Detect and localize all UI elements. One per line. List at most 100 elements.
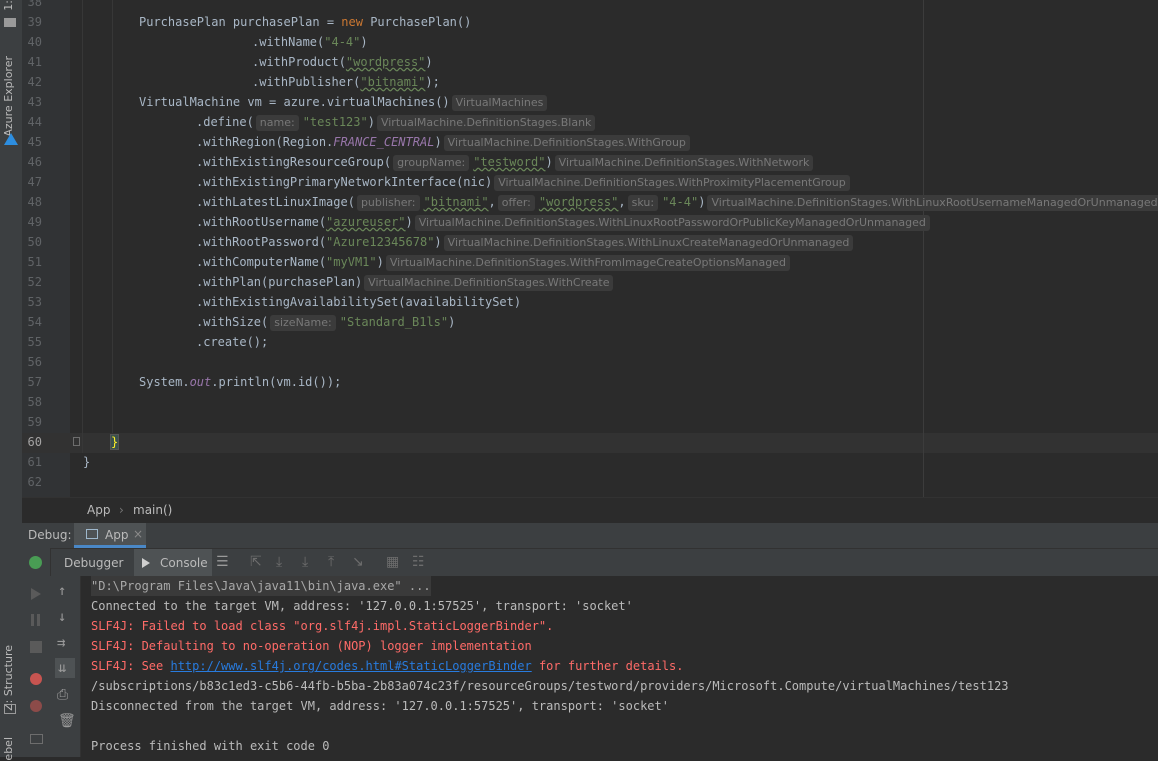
line-number: 56	[27, 355, 42, 369]
resume-icon[interactable]	[31, 588, 41, 600]
line-number: 59	[27, 415, 42, 429]
console-line: SLF4J: Defaulting to no-operation (NOP) …	[91, 639, 532, 653]
app-window-icon	[86, 529, 98, 539]
breadcrumb-class[interactable]: App	[87, 503, 110, 517]
code-line-54[interactable]: .withSize(sizeName: "Standard_B1ls")	[196, 312, 455, 332]
code-line-43[interactable]: VirtualMachine vm = azure.virtualMachine…	[139, 92, 551, 112]
line-number: 52	[27, 275, 42, 289]
type-hint: VirtualMachine.DefinitionStages.Blank	[376, 115, 596, 131]
tab-console-active[interactable]: Console	[134, 549, 212, 576]
left-tool-strip: 1: Azure Explorer Z: Structure ebel	[0, 0, 23, 761]
structure-icon	[4, 704, 16, 714]
type-hint: VirtualMachine.DefinitionStages.WithProx…	[494, 175, 850, 191]
console-side-toolbar: ↑ ↓ ⇉ ⇊ ⎙ 🗑	[50, 576, 81, 757]
step-into-icon[interactable]: ⤓	[302, 554, 308, 570]
type-hint: VirtualMachine.DefinitionStages.WithLinu…	[414, 215, 930, 231]
code-line-50[interactable]: .withRootPassword("Azure12345678") Virtua…	[196, 232, 857, 252]
line-number: 51	[27, 255, 42, 269]
tab-structure[interactable]: Z: Structure	[2, 645, 15, 711]
trash-icon[interactable]: 🗑	[58, 713, 76, 729]
run-to-cursor-icon[interactable]: ↘	[352, 554, 364, 570]
close-icon[interactable]: ×	[133, 527, 143, 541]
code-line-55[interactable]: .create();	[196, 332, 268, 352]
session-tab-label: App	[105, 528, 129, 542]
debug-tool-window-header: Debug: App ×	[22, 522, 1158, 548]
code-line-51[interactable]: .withComputerName("myVM1") VirtualMachine…	[196, 252, 794, 272]
code-line-46[interactable]: .withExistingResourceGroup(groupName: "te…	[196, 152, 817, 172]
console-icon	[142, 558, 150, 568]
console-line: SLF4J: Failed to load class "org.slf4j.i…	[91, 619, 554, 633]
breadcrumb: App › main()	[22, 497, 1158, 522]
step-over-icon[interactable]: ⤓	[276, 554, 282, 570]
console-output[interactable]: "D:\Program Files\Java\java11\bin\java.e…	[81, 576, 1158, 757]
code-line-49[interactable]: .withRootUsername("azureuser") VirtualMac…	[196, 212, 934, 232]
breadcrumb-separator: ›	[119, 503, 124, 517]
camera-icon[interactable]	[30, 734, 43, 744]
step-out-icon[interactable]: ⤒	[328, 554, 334, 570]
pause-icon[interactable]	[31, 614, 34, 626]
line-number: 53	[27, 295, 42, 309]
type-hint: VirtualMachine.DefinitionStages.WithNetw…	[554, 155, 814, 171]
up-arrow-icon[interactable]: ↑	[58, 583, 66, 599]
print-icon[interactable]: ⎙	[57, 687, 68, 703]
line-number: 45	[27, 135, 42, 149]
type-hint: VirtualMachine.DefinitionStages.WithLinu…	[707, 195, 1158, 211]
line-number: 60	[27, 435, 42, 449]
line-number: 58	[27, 395, 42, 409]
line-number: 49	[27, 215, 42, 229]
type-hint: VirtualMachine.DefinitionStages.WithFrom…	[385, 255, 790, 271]
console-line: "D:\Program Files\Java\java11\bin\java.e…	[91, 576, 431, 596]
stop-icon[interactable]	[30, 641, 42, 653]
code-line-45[interactable]: .withRegion(Region.FRANCE_CENTRAL) Virtua…	[196, 132, 694, 152]
line-number: 41	[27, 55, 42, 69]
code-line-40[interactable]: .withName("4-4")	[252, 32, 368, 52]
code-line-52[interactable]: .withPlan(purchasePlan) VirtualMachine.De…	[196, 272, 617, 292]
code-line-42[interactable]: .withPublisher("bitnami");	[252, 72, 440, 92]
down-arrow-icon[interactable]: ↓	[58, 609, 66, 625]
tab-project[interactable]: 1:	[2, 0, 15, 11]
line-number: 39	[27, 15, 42, 29]
debug-bug-icon[interactable]	[29, 556, 42, 569]
code-line-44[interactable]: .define(name: "test123") VirtualMachine.De…	[196, 112, 599, 132]
indent-guide	[82, 0, 83, 453]
debug-tabs-bar: Debugger Console ☰ ⇱ ⤓ ⤓ ⤒ ↘ ▦ ☷	[22, 548, 1158, 577]
line-number: 38	[27, 0, 42, 9]
code-line-61[interactable]: }	[83, 452, 90, 472]
scroll-to-end-icon: ⇊	[58, 660, 67, 676]
scroll-to-end-toggle[interactable]: ⇊	[55, 658, 75, 678]
line-number: 57	[27, 375, 42, 389]
console-line: Process finished with exit code 0	[91, 739, 330, 753]
breadcrumb-method[interactable]: main()	[133, 503, 172, 517]
menu-icon[interactable]: ☰	[216, 554, 229, 570]
code-line-53[interactable]: .withExistingAvailabilitySet(availabilit…	[196, 292, 521, 312]
evaluate-expression-icon[interactable]: ▦	[386, 554, 399, 570]
trace-icon[interactable]: ☷	[412, 554, 425, 570]
tab-azure-explorer[interactable]: Azure Explorer	[2, 56, 15, 137]
param-hint: groupName:	[393, 155, 470, 171]
code-line-39[interactable]: PurchasePlan purchasePlan = new Purchase…	[139, 12, 471, 32]
param-hint: name:	[255, 115, 299, 131]
code-line-57[interactable]: System.out.println(vm.id());	[139, 372, 341, 392]
code-line-47[interactable]: .withExistingPrimaryNetworkInterface(nic…	[196, 172, 854, 192]
view-breakpoints-icon[interactable]	[30, 673, 42, 685]
fold-marker-icon[interactable]	[73, 437, 80, 446]
tab-console: Console	[160, 556, 208, 570]
line-number: 61	[27, 455, 42, 469]
soft-wrap-icon[interactable]: ⇉	[57, 635, 65, 651]
show-execution-point-icon[interactable]: ⇱	[250, 554, 262, 570]
param-hint: offer:	[497, 195, 535, 211]
debug-session-tab[interactable]: App ×	[74, 523, 146, 548]
console-line: /subscriptions/b83c1ed3-c5b6-44fb-b5ba-2…	[91, 679, 1009, 693]
line-number: 42	[27, 75, 42, 89]
folder-icon[interactable]	[4, 18, 16, 27]
current-line-highlight	[22, 433, 1158, 453]
tab-label[interactable]: ebel	[2, 737, 15, 761]
line-number: 55	[27, 335, 42, 349]
code-line-60[interactable]: }	[109, 432, 120, 452]
mute-breakpoints-icon[interactable]	[30, 700, 42, 712]
code-line-48[interactable]: .withLatestLinuxImage(publisher: "bitnami…	[196, 192, 1158, 212]
tab-debugger[interactable]: Debugger	[64, 556, 123, 570]
slf4j-link[interactable]: http://www.slf4j.org/codes.html#StaticLo…	[170, 659, 531, 673]
line-number: 40	[27, 35, 42, 49]
code-line-41[interactable]: .withProduct("wordpress")	[252, 52, 433, 72]
